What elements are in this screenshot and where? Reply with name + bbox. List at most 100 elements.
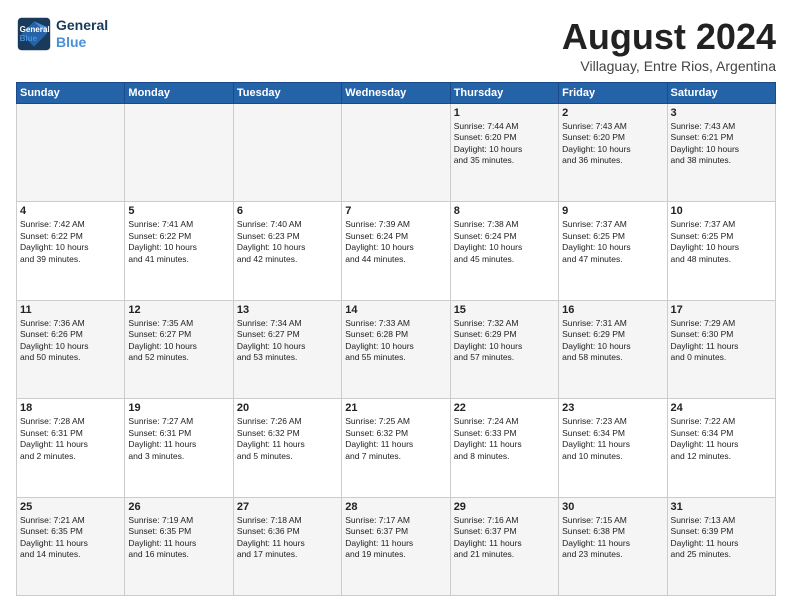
calendar-cell: 4 Sunrise: 7:42 AM Sunset: 6:22 PM Daylig… (17, 202, 125, 300)
day-number: 1 (454, 107, 555, 119)
cell-details: Sunrise: 7:25 AM Sunset: 6:32 PM Dayligh… (345, 416, 446, 462)
calendar-cell: 5Sunrise: 7:41 AM Sunset: 6:22 PM Daylig… (125, 202, 233, 300)
title-section: August 2024 Villaguay, Entre Rios, Argen… (562, 16, 776, 74)
svg-text:General: General (20, 25, 50, 34)
day-number: 31 (671, 501, 772, 513)
day-number: 26 (128, 501, 229, 513)
calendar-cell: 16Sunrise: 7:31 AM Sunset: 6:29 PM Dayli… (559, 300, 667, 398)
day-number: 28 (345, 501, 446, 513)
calendar-cell (125, 104, 233, 202)
day-number: 29 (454, 501, 555, 513)
cell-details: Sunrise: 7:22 AM Sunset: 6:34 PM Dayligh… (671, 416, 772, 462)
calendar-cell: 30 Sunrise: 7:15 AM Sunset: 6:38 PM Dayli… (559, 497, 667, 595)
cell-details: Sunrise: 7:34 AM Sunset: 6:27 PM Dayligh… (237, 318, 338, 364)
svg-text:Blue: Blue (20, 34, 38, 43)
cell-details: Sunrise: 7:44 AM Sunset: 6:20 PM Dayligh… (454, 121, 555, 167)
calendar-cell: 10 Sunrise: 7:37 AM Sunset: 6:25 PM Dayli… (667, 202, 775, 300)
calendar-cell: 15 Sunrise: 7:32 AM Sunset: 6:29 PM Dayli… (450, 300, 558, 398)
cell-details: Sunrise: 7:37 AM Sunset: 6:25 PM Dayligh… (562, 219, 663, 265)
calendar-cell: 18Sunrise: 7:28 AM Sunset: 6:31 PM Dayli… (17, 399, 125, 497)
day-number: 9 (562, 205, 663, 217)
cell-details: Sunrise: 7:16 AM Sunset: 6:37 PM Dayligh… (454, 515, 555, 561)
day-number: 15 (454, 304, 555, 316)
day-number: 17 (671, 304, 772, 316)
day-number: 14 (345, 304, 446, 316)
logo-text-blue: Blue (56, 34, 108, 51)
logo: General Blue General Blue (16, 16, 108, 52)
calendar-body: 1 Sunrise: 7:44 AM Sunset: 6:20 PM Daylig… (17, 104, 776, 596)
cell-details: Sunrise: 7:38 AM Sunset: 6:24 PM Dayligh… (454, 219, 555, 265)
week-row-3: 18Sunrise: 7:28 AM Sunset: 6:31 PM Dayli… (17, 399, 776, 497)
calendar-cell: 21 Sunrise: 7:25 AM Sunset: 6:32 PM Dayli… (342, 399, 450, 497)
cell-details: Sunrise: 7:19 AM Sunset: 6:35 PM Dayligh… (128, 515, 229, 561)
cell-details: Sunrise: 7:13 AM Sunset: 6:39 PM Dayligh… (671, 515, 772, 561)
day-number: 10 (671, 205, 772, 217)
main-title: August 2024 (562, 16, 776, 58)
day-number: 8 (454, 205, 555, 217)
calendar-cell: 24Sunrise: 7:22 AM Sunset: 6:34 PM Dayli… (667, 399, 775, 497)
cell-details: Sunrise: 7:26 AM Sunset: 6:32 PM Dayligh… (237, 416, 338, 462)
calendar-cell (342, 104, 450, 202)
week-row-0: 1 Sunrise: 7:44 AM Sunset: 6:20 PM Daylig… (17, 104, 776, 202)
calendar-cell: 6Sunrise: 7:40 AM Sunset: 6:23 PM Daylig… (233, 202, 341, 300)
calendar-cell: 11Sunrise: 7:36 AM Sunset: 6:26 PM Dayli… (17, 300, 125, 398)
cell-details: Sunrise: 7:21 AM Sunset: 6:35 PM Dayligh… (20, 515, 121, 561)
calendar-table: SundayMondayTuesdayWednesdayThursdayFrid… (16, 82, 776, 596)
logo-text-general: General (56, 17, 108, 34)
day-number: 13 (237, 304, 338, 316)
calendar-cell: 13 Sunrise: 7:34 AM Sunset: 6:27 PM Dayli… (233, 300, 341, 398)
calendar-cell: 20 Sunrise: 7:26 AM Sunset: 6:32 PM Dayli… (233, 399, 341, 497)
day-number: 23 (562, 402, 663, 414)
calendar-cell: 9 Sunrise: 7:37 AM Sunset: 6:25 PM Daylig… (559, 202, 667, 300)
cell-details: Sunrise: 7:42 AM Sunset: 6:22 PM Dayligh… (20, 219, 121, 265)
day-number: 4 (20, 205, 121, 217)
week-row-1: 4 Sunrise: 7:42 AM Sunset: 6:22 PM Daylig… (17, 202, 776, 300)
day-number: 7 (345, 205, 446, 217)
day-header-monday: Monday (125, 83, 233, 104)
day-number: 30 (562, 501, 663, 513)
page: General Blue General Blue August 2024 Vi… (0, 0, 792, 612)
day-number: 11 (20, 304, 121, 316)
cell-details: Sunrise: 7:43 AM Sunset: 6:20 PM Dayligh… (562, 121, 663, 167)
calendar-cell: 27Sunrise: 7:18 AM Sunset: 6:36 PM Dayli… (233, 497, 341, 595)
week-row-2: 11Sunrise: 7:36 AM Sunset: 6:26 PM Dayli… (17, 300, 776, 398)
day-header-saturday: Saturday (667, 83, 775, 104)
calendar-cell: 26 Sunrise: 7:19 AM Sunset: 6:35 PM Dayli… (125, 497, 233, 595)
calendar-cell: 7 Sunrise: 7:39 AM Sunset: 6:24 PM Daylig… (342, 202, 450, 300)
cell-details: Sunrise: 7:15 AM Sunset: 6:38 PM Dayligh… (562, 515, 663, 561)
calendar-cell: 3Sunrise: 7:43 AM Sunset: 6:21 PM Daylig… (667, 104, 775, 202)
cell-details: Sunrise: 7:24 AM Sunset: 6:33 PM Dayligh… (454, 416, 555, 462)
day-number: 20 (237, 402, 338, 414)
day-number: 21 (345, 402, 446, 414)
week-row-4: 25Sunrise: 7:21 AM Sunset: 6:35 PM Dayli… (17, 497, 776, 595)
day-number: 2 (562, 107, 663, 119)
cell-details: Sunrise: 7:17 AM Sunset: 6:37 PM Dayligh… (345, 515, 446, 561)
cell-details: Sunrise: 7:18 AM Sunset: 6:36 PM Dayligh… (237, 515, 338, 561)
day-header-sunday: Sunday (17, 83, 125, 104)
calendar-cell: 12Sunrise: 7:35 AM Sunset: 6:27 PM Dayli… (125, 300, 233, 398)
day-number: 22 (454, 402, 555, 414)
calendar-cell: 23 Sunrise: 7:23 AM Sunset: 6:34 PM Dayli… (559, 399, 667, 497)
calendar-cell (233, 104, 341, 202)
cell-details: Sunrise: 7:29 AM Sunset: 6:30 PM Dayligh… (671, 318, 772, 364)
day-header-friday: Friday (559, 83, 667, 104)
cell-details: Sunrise: 7:41 AM Sunset: 6:22 PM Dayligh… (128, 219, 229, 265)
cell-details: Sunrise: 7:40 AM Sunset: 6:23 PM Dayligh… (237, 219, 338, 265)
cell-details: Sunrise: 7:33 AM Sunset: 6:28 PM Dayligh… (345, 318, 446, 364)
subtitle: Villaguay, Entre Rios, Argentina (562, 58, 776, 74)
day-number: 18 (20, 402, 121, 414)
cell-details: Sunrise: 7:23 AM Sunset: 6:34 PM Dayligh… (562, 416, 663, 462)
calendar-cell: 2 Sunrise: 7:43 AM Sunset: 6:20 PM Daylig… (559, 104, 667, 202)
calendar-cell (17, 104, 125, 202)
cell-details: Sunrise: 7:37 AM Sunset: 6:25 PM Dayligh… (671, 219, 772, 265)
calendar-cell: 8 Sunrise: 7:38 AM Sunset: 6:24 PM Daylig… (450, 202, 558, 300)
calendar-cell: 17 Sunrise: 7:29 AM Sunset: 6:30 PM Dayli… (667, 300, 775, 398)
calendar-header: SundayMondayTuesdayWednesdayThursdayFrid… (17, 83, 776, 104)
cell-details: Sunrise: 7:39 AM Sunset: 6:24 PM Dayligh… (345, 219, 446, 265)
day-header-tuesday: Tuesday (233, 83, 341, 104)
cell-details: Sunrise: 7:43 AM Sunset: 6:21 PM Dayligh… (671, 121, 772, 167)
header-row: SundayMondayTuesdayWednesdayThursdayFrid… (17, 83, 776, 104)
cell-details: Sunrise: 7:32 AM Sunset: 6:29 PM Dayligh… (454, 318, 555, 364)
cell-details: Sunrise: 7:27 AM Sunset: 6:31 PM Dayligh… (128, 416, 229, 462)
logo-icon: General Blue (16, 16, 52, 52)
